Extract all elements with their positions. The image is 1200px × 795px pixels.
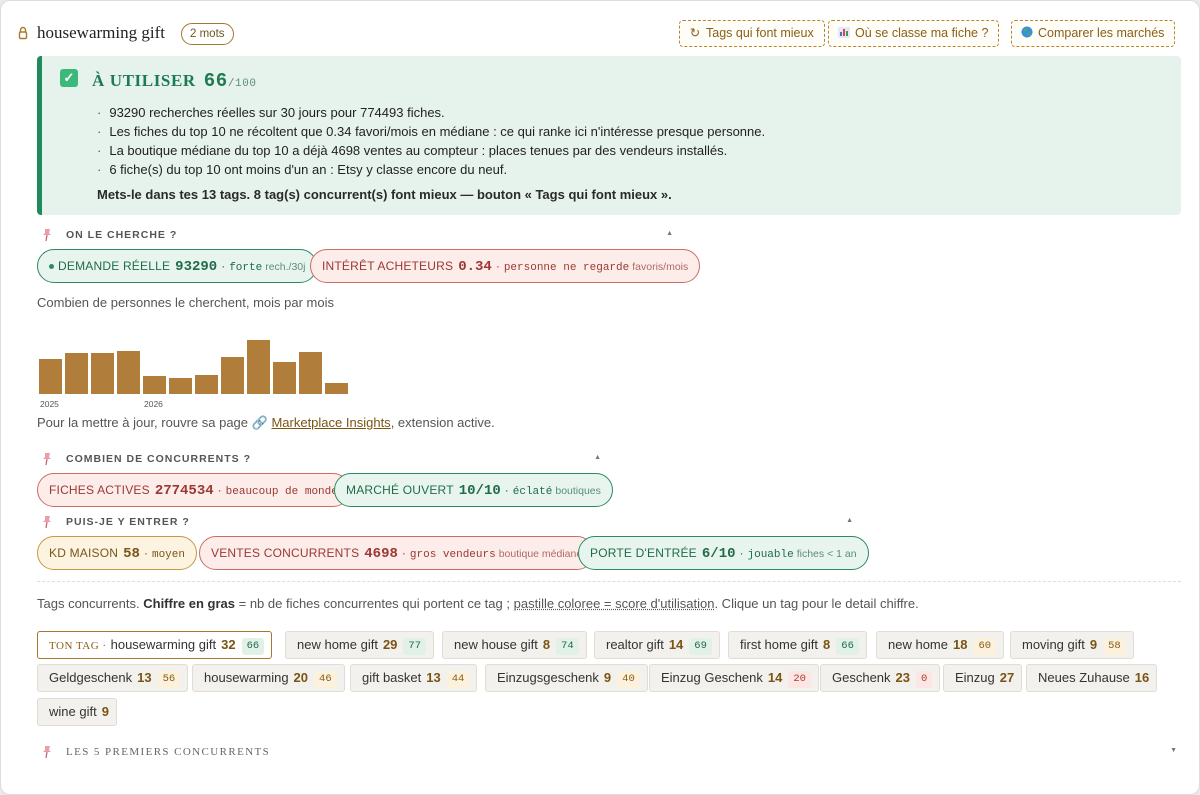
keyword-card: housewarming gift 2 mots ↻ Tags qui font … <box>0 0 1200 795</box>
chart-bar <box>65 353 88 394</box>
tag-chip[interactable]: realtor gift 14 69 <box>594 631 720 659</box>
chart-bar <box>91 353 114 394</box>
section-entry[interactable]: PUIS-JE Y ENTRER ? ▲ <box>41 515 853 529</box>
verdict-reasons: 93290 recherches réelles sur 30 jours po… <box>97 103 765 179</box>
word-count-badge: 2 mots <box>181 23 234 45</box>
update-hint: Pour la mettre à jour, rouvre sa page 🔗 … <box>37 415 495 430</box>
chart-caption: Combien de personnes le cherchent, mois … <box>37 295 334 310</box>
verdict-reason: 6 fiche(s) du top 10 ont moins d'un an :… <box>97 160 765 179</box>
tag-chip[interactable]: first home gift 8 66 <box>728 631 867 659</box>
compare-markets-button[interactable]: Comparer les marchés <box>1011 20 1176 47</box>
tag-chip[interactable]: moving gift 9 58 <box>1010 631 1134 659</box>
pill-entry-door[interactable]: PORTE D'ENTRÉE 6/10 · jouable fiches < 1 an <box>578 536 869 570</box>
link-icon: 🔗 <box>251 415 268 430</box>
verdict-title: À UTILISER 66/100 <box>92 70 257 92</box>
verdict-score-max: /100 <box>227 78 257 90</box>
tag-chip[interactable]: Neues Zuhause 16 <box>1026 664 1158 692</box>
status-dot-icon <box>49 264 54 270</box>
section-top5[interactable]: LES 5 PREMIERS CONCURRENTS ▼ <box>41 745 1177 759</box>
keyword-title: housewarming gift <box>37 23 165 42</box>
pill-open-market[interactable]: MARCHÉ OUVERT 10/10 · éclaté boutiques <box>334 473 613 507</box>
chart-bar <box>195 375 218 394</box>
tag-chip-mine[interactable]: TON TAG · housewarming gift 32 66 <box>37 631 273 659</box>
verdict-reason: 93290 recherches réelles sur 30 jours po… <box>97 103 765 122</box>
keyword-header: housewarming gift 2 mots ↻ Tags qui font … <box>15 19 1185 49</box>
chart-icon <box>837 21 851 46</box>
verdict-score: 66 <box>203 70 228 92</box>
chart-bar <box>299 352 322 394</box>
pill-active-listings[interactable]: FICHES ACTIVES 2774534 · beaucoup de monde <box>37 473 350 507</box>
pill-kd-maison[interactable]: KD MAISON 58 · moyen <box>37 536 197 570</box>
better-tags-button[interactable]: ↻ Tags qui font mieux <box>679 20 825 47</box>
chart-bar <box>221 357 244 394</box>
tag-chip[interactable]: gift basket 13 44 <box>350 664 478 692</box>
expand-arrow-icon[interactable]: ▼ <box>1170 747 1177 754</box>
my-tag-label: TON TAG · <box>49 640 107 652</box>
refresh-icon: ↻ <box>689 26 701 40</box>
tag-chip[interactable]: wine gift 9 <box>37 698 117 726</box>
section-label: PUIS-JE Y ENTRER ? <box>66 516 190 528</box>
chart-tick-label: 2026 <box>144 399 163 409</box>
tag-chip[interactable]: new home gift 29 77 <box>285 631 435 659</box>
chart-bar <box>247 340 270 394</box>
tag-chip[interactable]: housewarming 20 46 <box>192 664 345 692</box>
section-label: COMBIEN DE CONCURRENTS ? <box>66 453 252 465</box>
globe-icon <box>1020 21 1034 46</box>
chart-bar <box>325 383 348 394</box>
tag-chip[interactable]: Einzug 27 <box>943 664 1023 692</box>
pushpin-icon <box>43 453 51 466</box>
tag-chip[interactable]: new home 18 60 <box>876 631 1005 659</box>
collapse-arrow-icon[interactable]: ▲ <box>666 230 673 237</box>
pill-real-demand[interactable]: DEMANDE RÉELLE 93290 · forte rech./30j <box>37 249 318 283</box>
section-label: LES 5 PREMIERS CONCURRENTS <box>66 746 271 758</box>
verdict-reason: Les fiches du top 10 ne récoltent que 0.… <box>97 122 765 141</box>
verdict-advice: Mets-le dans tes 13 tags. 8 tag(s) concu… <box>97 187 672 202</box>
pushpin-icon <box>43 746 51 759</box>
collapse-arrow-icon[interactable]: ▲ <box>846 517 853 524</box>
verdict-panel: ✓ À UTILISER66/100 93290 recherches réel… <box>37 56 1181 215</box>
lock-icon <box>18 26 28 40</box>
pushpin-icon <box>43 229 51 242</box>
section-label: ON LE CHERCHE ? <box>66 229 178 241</box>
pill-buyer-interest[interactable]: INTÉRÊT ACHETEURS 0.34 · personne ne regard… <box>310 249 701 283</box>
rank-listing-button[interactable]: Où se classe ma fiche ? <box>828 20 1000 47</box>
verdict-reason: La boutique médiane du top 10 a déjà 469… <box>97 141 765 160</box>
tag-chip[interactable]: Einzugsgeschenk 9 40 <box>485 664 648 692</box>
chart-bar <box>169 378 192 394</box>
section-demand[interactable]: ON LE CHERCHE ? ▲ <box>41 228 673 242</box>
collapse-arrow-icon[interactable]: ▲ <box>594 454 601 461</box>
chart-tick-label: 2025 <box>40 399 59 409</box>
checkbox-icon: ✓ <box>60 69 78 87</box>
pushpin-icon <box>43 516 51 529</box>
tag-chip[interactable]: new house gift 8 74 <box>442 631 587 659</box>
chart-bar <box>39 359 62 394</box>
divider <box>37 581 1181 582</box>
chart-bar <box>273 362 296 394</box>
tag-chip[interactable]: Geschenk 23 0 <box>820 664 941 692</box>
tag-chip[interactable]: Einzug Geschenk 14 20 <box>649 664 819 692</box>
pill-competitor-sales[interactable]: VENTES CONCURRENTS 4698 · gros vendeurs bout… <box>199 536 595 570</box>
chart-bar <box>143 376 166 394</box>
marketplace-insights-link[interactable]: Marketplace Insights <box>271 415 390 430</box>
monthly-search-chart: 2025 2026 <box>39 331 359 411</box>
chart-bar <box>117 351 140 394</box>
section-competition[interactable]: COMBIEN DE CONCURRENTS ? ▲ <box>41 452 601 466</box>
tags-intro: Tags concurrents. Chiffre en gras = nb d… <box>37 596 919 611</box>
tag-chip[interactable]: Geldgeschenk 13 56 <box>37 664 189 692</box>
